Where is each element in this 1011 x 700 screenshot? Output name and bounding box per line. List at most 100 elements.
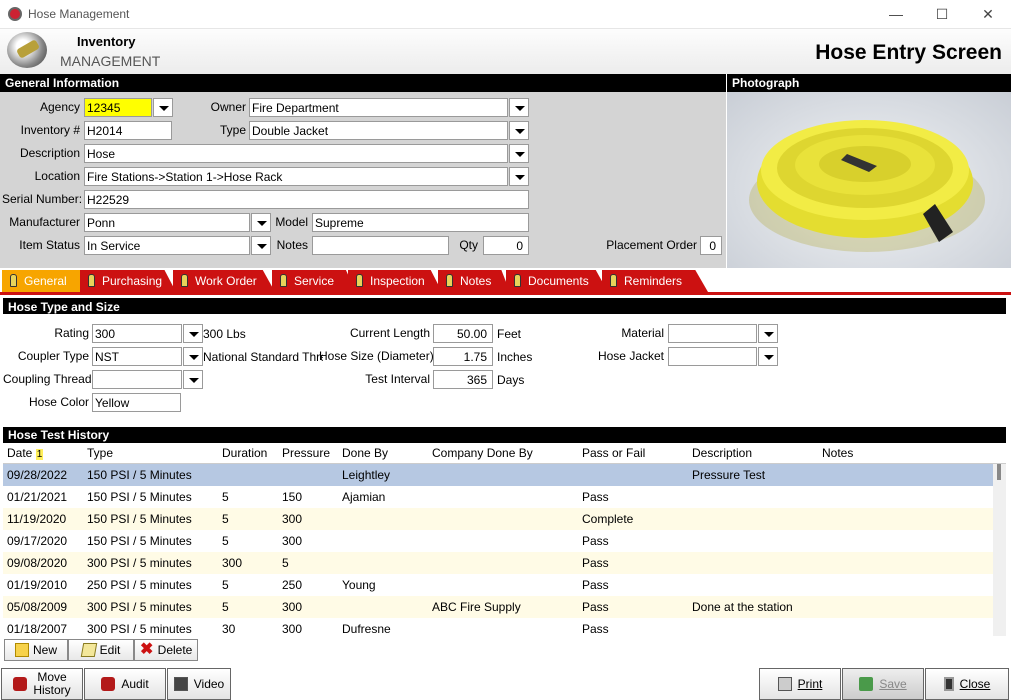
table-row[interactable]: 01/18/2007 300 PSI / 5 minutes 30 300 Dufres… <box>3 618 993 636</box>
move-history-button[interactable]: Move History <box>1 668 83 700</box>
agency-field[interactable]: 12345 <box>84 98 152 117</box>
inventory-field[interactable]: H2014 <box>84 121 172 140</box>
qty-field[interactable]: 0 <box>483 236 529 255</box>
delete-icon: ✖ <box>139 641 154 658</box>
tab-purchasing[interactable]: Purchasing <box>80 270 176 292</box>
print-label: Print <box>797 676 823 691</box>
owner-field[interactable]: Fire Department <box>249 98 508 117</box>
cell-description: Done at the station <box>692 600 793 614</box>
manufacturer-label: Manufacturer <box>9 215 80 229</box>
rating-field[interactable]: 300 <box>92 324 182 343</box>
placement-field[interactable]: 0 <box>700 236 722 255</box>
color-field[interactable]: Yellow <box>92 393 181 412</box>
tab-label: General <box>24 274 67 288</box>
move-label-line2: History <box>33 683 71 697</box>
video-label: Video <box>193 676 225 691</box>
save-button[interactable]: Save <box>842 668 924 700</box>
table-row[interactable]: 09/08/2020 300 PSI / 5 minutes 300 5 Pass <box>3 552 993 574</box>
rating-unit: 300 Lbs <box>203 327 246 341</box>
col-duration[interactable]: Duration <box>222 446 267 460</box>
placement-label: Placement Order <box>606 238 697 252</box>
owner-dropdown-icon[interactable] <box>509 98 529 117</box>
location-field[interactable]: Fire Stations->Station 1->Hose Rack <box>84 167 508 186</box>
tab-label: Purchasing <box>102 274 163 288</box>
table-row[interactable]: 01/21/2021 150 PSI / 5 Minutes 5 150 Ajamian… <box>3 486 993 508</box>
table-row[interactable]: 01/19/2010 250 PSI / 5 minutes 5 250 Young Pa… <box>3 574 993 596</box>
hose-logo-icon <box>7 32 47 68</box>
tab-label: Work Order <box>195 274 257 288</box>
table-row[interactable]: 09/28/2022 150 PSI / 5 Minutes Leightley Pr… <box>3 464 993 486</box>
length-field[interactable]: 50.00 <box>433 324 493 343</box>
notes-label: Notes <box>276 238 308 252</box>
cell-duration: 5 <box>222 534 229 548</box>
hose-photo <box>727 92 1011 268</box>
scroll-thumb[interactable] <box>997 464 1001 480</box>
location-dropdown-icon[interactable] <box>509 167 529 186</box>
model-field[interactable]: Supreme <box>312 213 529 232</box>
jacket-dropdown-icon[interactable] <box>758 347 778 366</box>
firefighter-icon <box>181 274 188 287</box>
col-date[interactable]: Date 1 <box>7 446 44 460</box>
agency-dropdown-icon[interactable] <box>153 98 173 117</box>
col-pressure[interactable]: Pressure <box>282 446 330 460</box>
video-button[interactable]: Video <box>167 668 231 700</box>
manufacturer-field[interactable]: Ponn <box>84 213 250 232</box>
close-icon <box>943 677 954 691</box>
coupler-field[interactable]: NST <box>92 347 182 366</box>
table-row[interactable]: 05/08/2009 300 PSI / 5 minutes 5 300 ABC Fir… <box>3 596 993 618</box>
col-pass-fail[interactable]: Pass or Fail <box>582 446 645 460</box>
history-scrollbar[interactable] <box>993 464 1006 636</box>
tab-general[interactable]: General <box>2 270 92 292</box>
material-field[interactable] <box>668 324 757 343</box>
interval-field[interactable]: 365 <box>433 370 493 389</box>
tab-notes[interactable]: Notes <box>438 270 510 292</box>
cell-pressure: 300 <box>282 600 303 614</box>
move-history-label: Move History <box>33 671 70 697</box>
minimize-button[interactable]: — <box>876 3 916 25</box>
type-field[interactable]: Double Jacket <box>249 121 508 140</box>
col-type[interactable]: Type <box>87 446 113 460</box>
cell-done-by: Young <box>342 578 376 592</box>
tab-work-order[interactable]: Work Order <box>173 270 275 292</box>
col-notes[interactable]: Notes <box>822 446 853 460</box>
new-button[interactable]: New <box>4 639 68 661</box>
status-dropdown-icon[interactable] <box>251 236 271 255</box>
material-dropdown-icon[interactable] <box>758 324 778 343</box>
cell-duration: 30 <box>222 622 236 636</box>
table-row[interactable]: 11/19/2020 150 PSI / 5 Minutes 5 300 Complet… <box>3 508 993 530</box>
close-button[interactable]: Close <box>925 668 1009 700</box>
type-dropdown-icon[interactable] <box>509 121 529 140</box>
rating-label: Rating <box>54 326 89 340</box>
delete-button[interactable]: ✖ Delete <box>134 639 198 661</box>
edit-button[interactable]: Edit <box>68 639 134 661</box>
table-row[interactable]: 09/17/2020 150 PSI / 5 Minutes 5 300 Pass <box>3 530 993 552</box>
cell-type: 150 PSI / 5 Minutes <box>87 490 192 504</box>
firefighter-icon <box>446 274 453 287</box>
thread-field[interactable] <box>92 370 182 389</box>
tab-service[interactable]: Service <box>272 270 356 292</box>
close-window-button[interactable]: ✕ <box>968 3 1008 25</box>
audit-button[interactable]: Audit <box>84 668 166 700</box>
cell-done-by: Leightley <box>342 468 391 482</box>
jacket-field[interactable] <box>668 347 757 366</box>
col-description[interactable]: Description <box>692 446 752 460</box>
description-field[interactable]: Hose <box>84 144 508 163</box>
close-label: Close <box>959 676 991 691</box>
maximize-button[interactable]: ☐ <box>922 3 962 25</box>
col-company[interactable]: Company Done By <box>432 446 533 460</box>
size-field[interactable]: 1.75 <box>433 347 493 366</box>
description-dropdown-icon[interactable] <box>509 144 529 163</box>
print-button[interactable]: Print <box>759 668 841 700</box>
manufacturer-dropdown-icon[interactable] <box>251 213 271 232</box>
serial-field[interactable]: H22529 <box>84 190 529 209</box>
cell-company: ABC Fire Supply <box>432 600 521 614</box>
col-done-by[interactable]: Done By <box>342 446 388 460</box>
status-field[interactable]: In Service <box>84 236 250 255</box>
thread-dropdown-icon[interactable] <box>183 370 203 389</box>
coupler-dropdown-icon[interactable] <box>183 347 203 366</box>
tab-reminders[interactable]: Reminders <box>602 270 708 292</box>
notes-field[interactable] <box>312 236 449 255</box>
tab-documents[interactable]: Documents <box>506 270 608 292</box>
tab-inspection[interactable]: Inspection <box>348 270 442 292</box>
rating-dropdown-icon[interactable] <box>183 324 203 343</box>
